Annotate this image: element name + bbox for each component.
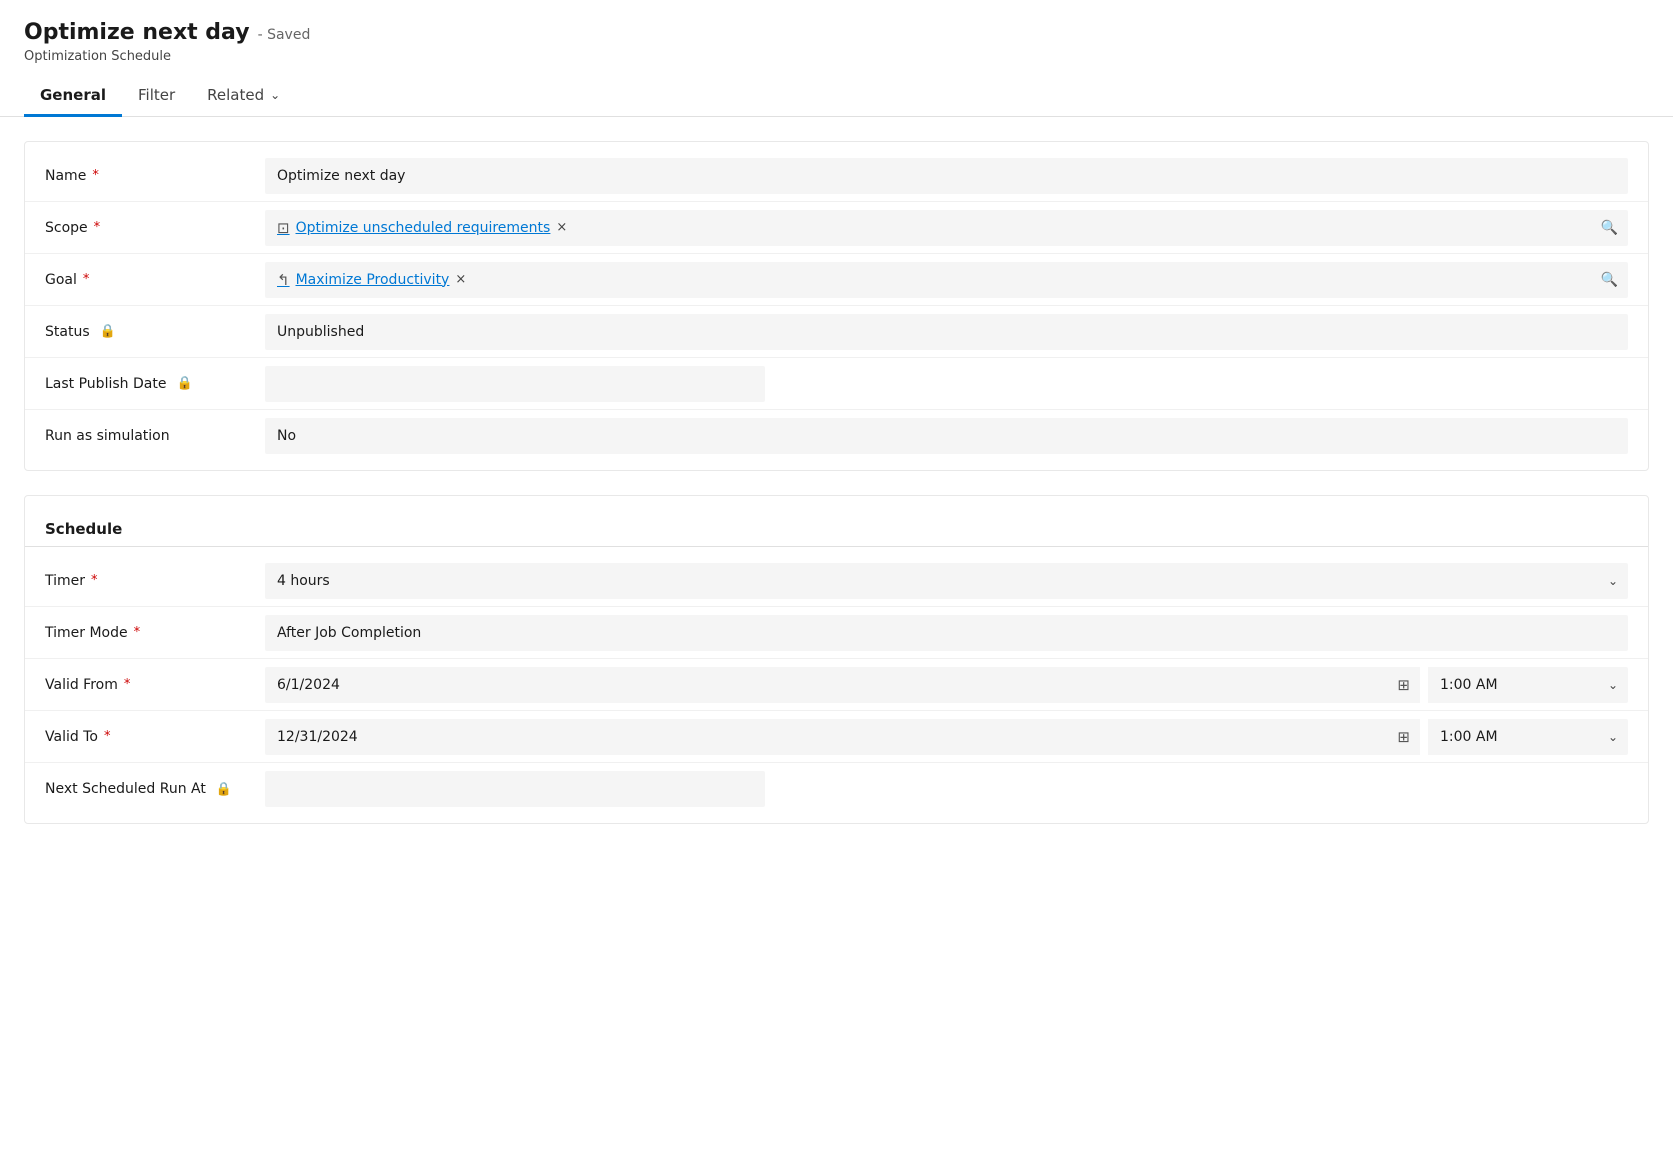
valid-from-required-star: *	[124, 677, 131, 692]
valid-from-date-text: 6/1/2024	[277, 677, 340, 693]
valid-from-time-field[interactable]: 1:00 AM ⌄	[1428, 667, 1628, 703]
tab-general[interactable]: General	[24, 76, 122, 117]
status-row: Status 🔒 Unpublished	[25, 306, 1648, 358]
last-publish-date-label: Last Publish Date 🔒	[45, 376, 265, 392]
valid-to-date-text: 12/31/2024	[277, 729, 358, 745]
valid-to-datetime: 12/31/2024 ⊞ 1:00 AM ⌄	[265, 719, 1628, 755]
run-as-simulation-value[interactable]: No	[265, 418, 1628, 454]
valid-to-time-dropdown-icon: ⌄	[1608, 730, 1618, 744]
goal-tag-text: Maximize Productivity	[296, 272, 450, 288]
next-scheduled-run-row: Next Scheduled Run At 🔒	[25, 763, 1648, 815]
scope-label: Scope *	[45, 220, 265, 236]
scope-table-icon: ⊡	[277, 219, 290, 237]
goal-search-icon[interactable]: 🔍	[1601, 272, 1618, 288]
name-label: Name *	[45, 168, 265, 184]
tabs-bar: General Filter Related ⌄	[0, 76, 1673, 117]
last-publish-date-value	[265, 366, 765, 402]
valid-from-datetime: 6/1/2024 ⊞ 1:00 AM ⌄	[265, 667, 1628, 703]
valid-from-time-dropdown-icon: ⌄	[1608, 678, 1618, 692]
valid-from-date-field[interactable]: 6/1/2024 ⊞	[265, 667, 1420, 703]
valid-from-time-text: 1:00 AM	[1440, 677, 1498, 693]
timer-value[interactable]: 4 hours ⌄	[265, 563, 1628, 599]
timer-mode-value[interactable]: After Job Completion	[265, 615, 1628, 651]
next-scheduled-lock-icon: 🔒	[216, 782, 232, 797]
related-chevron-icon: ⌄	[270, 88, 280, 102]
next-scheduled-run-label: Next Scheduled Run At 🔒	[45, 781, 265, 797]
valid-to-label: Valid To *	[45, 729, 265, 745]
goal-value[interactable]: ↱ Maximize Productivity × 🔍	[265, 262, 1628, 298]
status-lock-icon: 🔒	[100, 324, 116, 339]
goal-required-star: *	[83, 272, 90, 287]
page-header: Optimize next day - Saved Optimization S…	[0, 0, 1673, 64]
timer-dropdown-icon: ⌄	[1608, 574, 1618, 588]
schedule-divider	[25, 546, 1648, 547]
valid-from-label: Valid From *	[45, 677, 265, 693]
tab-related-label: Related	[207, 86, 264, 104]
run-as-simulation-row: Run as simulation No	[25, 410, 1648, 462]
page-title: Optimize next day	[24, 20, 250, 45]
scope-row: Scope * ⊡ Optimize unscheduled requireme…	[25, 202, 1648, 254]
valid-from-row: Valid From * 6/1/2024 ⊞ 1:00 AM ⌄	[25, 659, 1648, 711]
next-scheduled-run-value	[265, 771, 765, 807]
name-value[interactable]: Optimize next day	[265, 158, 1628, 194]
page-subtitle: Optimization Schedule	[24, 49, 1649, 64]
schedule-heading: Schedule	[25, 504, 1648, 546]
timer-mode-label: Timer Mode *	[45, 625, 265, 641]
valid-from-calendar-icon[interactable]: ⊞	[1397, 676, 1410, 694]
status-value: Unpublished	[265, 314, 1628, 350]
valid-to-time-text: 1:00 AM	[1440, 729, 1498, 745]
tab-general-label: General	[40, 86, 106, 104]
scope-tag-text: Optimize unscheduled requirements	[296, 220, 551, 236]
status-text: Unpublished	[277, 324, 364, 340]
general-fields-section: Name * Optimize next day Scope * ⊡ Optim…	[24, 141, 1649, 471]
valid-to-calendar-icon[interactable]: ⊞	[1397, 728, 1410, 746]
valid-to-required-star: *	[104, 729, 111, 744]
scope-value[interactable]: ⊡ Optimize unscheduled requirements × 🔍	[265, 210, 1628, 246]
last-publish-lock-icon: 🔒	[176, 376, 192, 391]
name-text: Optimize next day	[277, 168, 405, 184]
tab-filter[interactable]: Filter	[122, 76, 191, 117]
goal-icon: ↱	[277, 271, 290, 289]
status-label: Status 🔒	[45, 324, 265, 340]
schedule-section: Schedule Timer * 4 hours ⌄ Timer Mode *	[24, 495, 1649, 824]
valid-to-time-field[interactable]: 1:00 AM ⌄	[1428, 719, 1628, 755]
goal-tag[interactable]: ↱ Maximize Productivity	[277, 271, 449, 289]
valid-to-row: Valid To * 12/31/2024 ⊞ 1:00 AM ⌄	[25, 711, 1648, 763]
tab-related[interactable]: Related ⌄	[191, 76, 296, 117]
goal-row: Goal * ↱ Maximize Productivity × 🔍	[25, 254, 1648, 306]
scope-remove-button[interactable]: ×	[556, 220, 567, 235]
goal-label: Goal *	[45, 272, 265, 288]
saved-label: - Saved	[258, 27, 311, 43]
run-as-simulation-text: No	[277, 428, 296, 444]
valid-to-date-field[interactable]: 12/31/2024 ⊞	[265, 719, 1420, 755]
name-row: Name * Optimize next day	[25, 150, 1648, 202]
timer-mode-row: Timer Mode * After Job Completion	[25, 607, 1648, 659]
tab-filter-label: Filter	[138, 86, 175, 104]
timer-row: Timer * 4 hours ⌄	[25, 555, 1648, 607]
scope-search-icon[interactable]: 🔍	[1601, 220, 1618, 236]
timer-label: Timer *	[45, 573, 265, 589]
timer-mode-required-star: *	[134, 625, 141, 640]
timer-required-star: *	[91, 573, 98, 588]
scope-tag[interactable]: ⊡ Optimize unscheduled requirements	[277, 219, 550, 237]
last-publish-date-row: Last Publish Date 🔒	[25, 358, 1648, 410]
title-row: Optimize next day - Saved	[24, 20, 1649, 45]
timer-text: 4 hours	[277, 573, 330, 589]
page-container: Optimize next day - Saved Optimization S…	[0, 0, 1673, 1176]
goal-remove-button[interactable]: ×	[455, 272, 466, 287]
content-area: Name * Optimize next day Scope * ⊡ Optim…	[0, 117, 1673, 872]
scope-required-star: *	[94, 220, 101, 235]
timer-mode-text: After Job Completion	[277, 625, 421, 641]
run-as-simulation-label: Run as simulation	[45, 428, 265, 444]
name-required-star: *	[92, 168, 99, 183]
